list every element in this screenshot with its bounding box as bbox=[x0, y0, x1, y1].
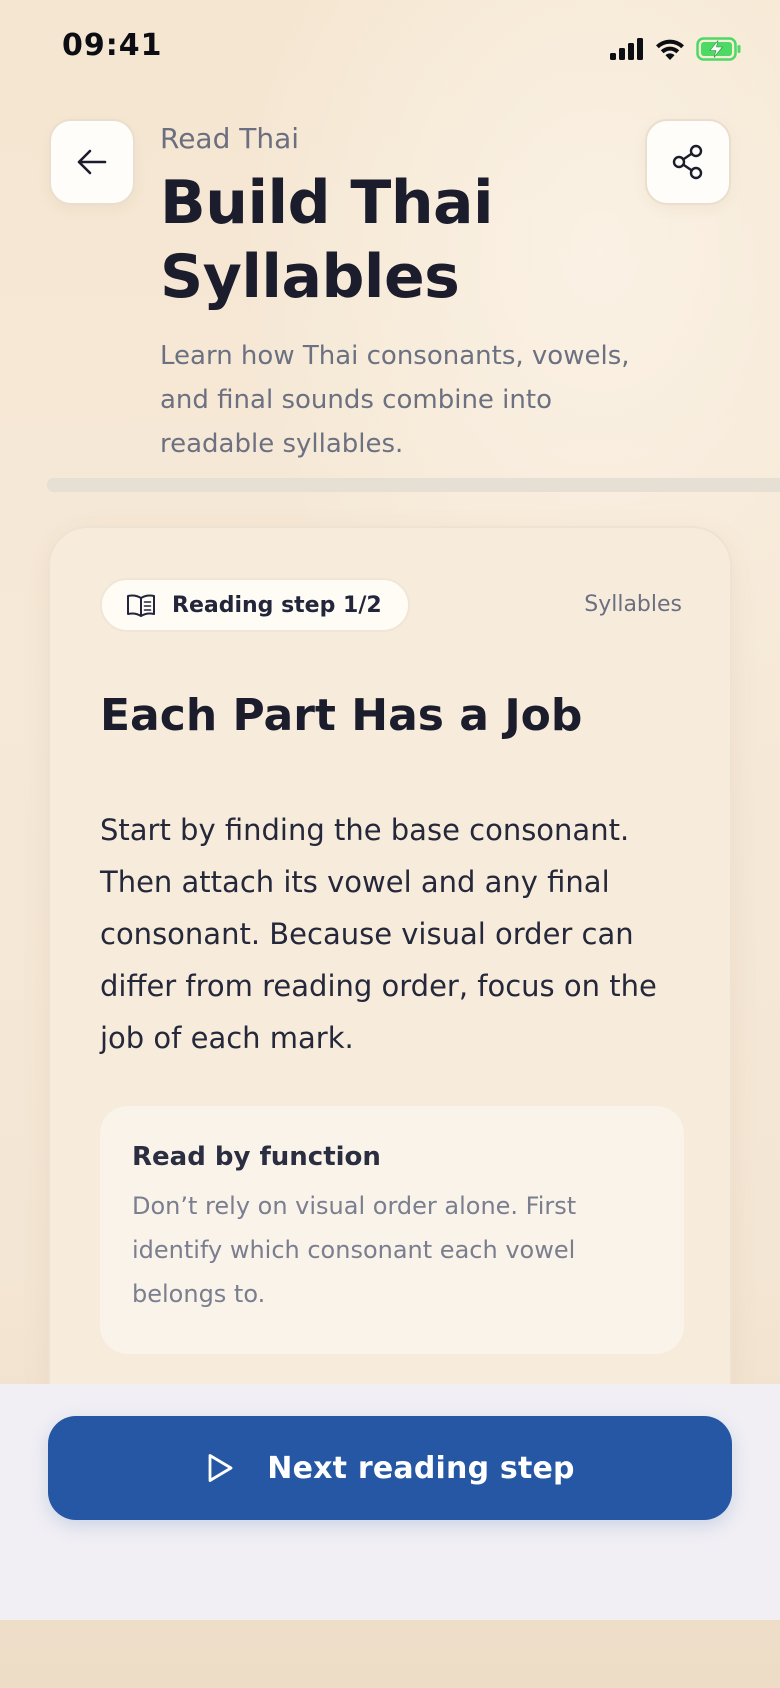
page-subtitle: Learn how Thai consonants, vowels, and f… bbox=[160, 341, 630, 459]
tip-title: Read by function bbox=[132, 1142, 381, 1172]
card-body: Start by finding the base consonant. The… bbox=[100, 813, 657, 1055]
back-button[interactable] bbox=[49, 119, 135, 205]
tip-box: Read by function Don’t rely on visual or… bbox=[100, 1106, 684, 1354]
card-title: Each Part Has a Job bbox=[100, 690, 583, 741]
next-reading-step-button[interactable]: Next reading step bbox=[48, 1416, 732, 1520]
bottom-action-bar: Next reading step bbox=[0, 1384, 780, 1620]
play-icon bbox=[208, 1454, 233, 1482]
wifi-icon bbox=[656, 39, 684, 60]
status-time: 09:41 bbox=[62, 28, 163, 63]
next-reading-step-label: Next reading step bbox=[267, 1450, 575, 1486]
status-bar: 09:41 bbox=[0, 0, 780, 100]
topic-label: Syllables bbox=[584, 592, 682, 617]
share-icon bbox=[672, 144, 703, 180]
header-eyebrow: Read Thai bbox=[160, 122, 300, 155]
reading-step-label: Reading step 1/2 bbox=[172, 592, 382, 618]
book-icon bbox=[127, 594, 155, 617]
lesson-card: Reading step 1/2 Syllables Each Part Has… bbox=[48, 526, 732, 1386]
reading-step-badge: Reading step 1/2 bbox=[100, 578, 410, 632]
arrow-left-icon bbox=[77, 149, 107, 175]
share-button[interactable] bbox=[645, 119, 731, 205]
tip-body: Don’t rely on visual order alone. First … bbox=[132, 1192, 577, 1308]
cellular-signal-icon bbox=[610, 38, 643, 60]
battery-charging-icon bbox=[696, 37, 741, 61]
status-icons bbox=[610, 34, 742, 64]
lesson-progress-track bbox=[47, 478, 780, 492]
page-title: Build Thai Syllables bbox=[160, 168, 494, 312]
lesson-progress-fill bbox=[47, 478, 414, 492]
